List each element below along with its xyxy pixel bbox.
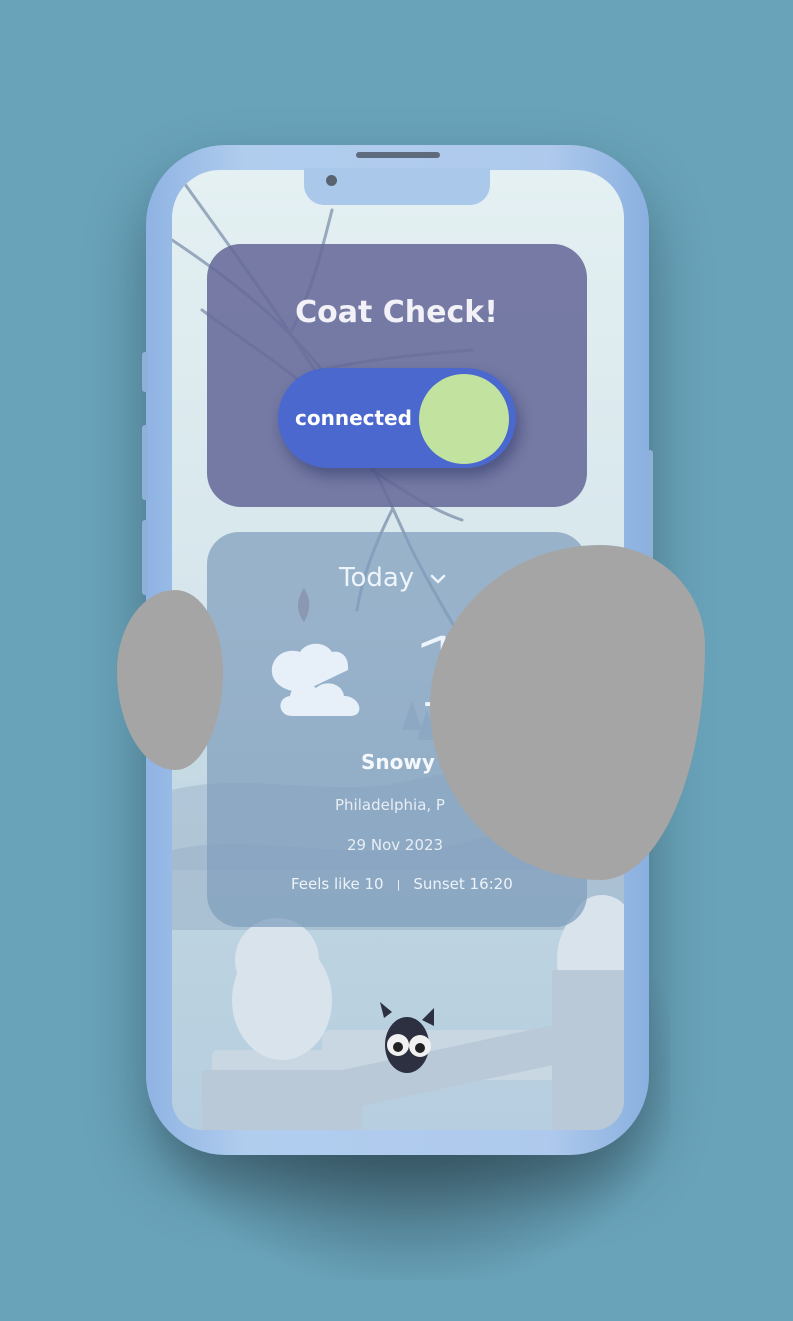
speaker-grille [356,152,440,158]
camera-notch [304,168,490,205]
side-button-mute [142,352,148,392]
period-selector[interactable]: Today [339,560,446,596]
feels-like-text: Feels like 10 [291,875,384,893]
front-camera [326,175,337,186]
period-label: Today [339,563,415,593]
connection-toggle-label: connected [295,406,412,430]
side-button-power [647,450,653,560]
connection-toggle-knob[interactable] [419,374,509,464]
coat-check-title: Coat Check! [295,295,498,330]
redaction-blob-left [117,590,223,770]
chevron-down-icon[interactable] [430,569,446,588]
location-text: Philadelphia, P [335,796,445,814]
side-button-volume-up [142,425,148,500]
stage: Coat Check! connected Today 17 Snowy Phi… [0,0,793,1321]
side-button-volume-down [142,520,148,595]
weather-meta-row: Feels like 10 | Sunset 16:20 [291,875,513,893]
date-text: 29 Nov 2023 [347,836,444,854]
cloud-icon [262,640,366,722]
sunset-text: Sunset 16:20 [413,875,513,893]
weather-condition: Snowy [361,750,435,774]
meta-separator: | [396,877,401,891]
